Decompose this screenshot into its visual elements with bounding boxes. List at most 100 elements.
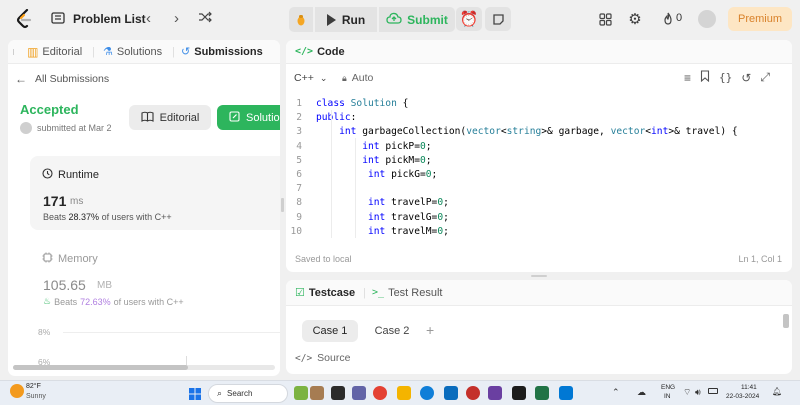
- format-lines-icon[interactable]: ≡: [684, 71, 691, 85]
- source-link[interactable]: </> Source: [295, 352, 350, 364]
- wifi-icon[interactable]: ⌔: [683, 387, 691, 398]
- code-line[interactable]: 7: [286, 182, 792, 196]
- runtime-value: 171: [43, 193, 67, 209]
- tab-divider: |: [172, 45, 176, 58]
- shuffle-icon[interactable]: [198, 10, 212, 24]
- code-token: int: [362, 154, 386, 166]
- bookmark-icon[interactable]: [700, 70, 710, 85]
- code-line[interactable]: 5 int pickM=0;: [286, 154, 792, 168]
- edge-icon[interactable]: [420, 386, 434, 400]
- language-eng[interactable]: ENG: [661, 384, 675, 391]
- premium-button[interactable]: Premium: [728, 7, 792, 31]
- tab-editorial[interactable]: Editorial: [42, 46, 82, 58]
- app-icon[interactable]: [488, 386, 502, 400]
- tab-test-result[interactable]: Test Result: [388, 287, 442, 299]
- alarm-clock-icon[interactable]: ⏰: [456, 7, 482, 31]
- widget-app-icon[interactable]: [294, 386, 308, 400]
- vscode-icon[interactable]: [559, 386, 573, 400]
- reset-icon[interactable]: ↺: [741, 71, 751, 85]
- leetcode-logo-icon[interactable]: [16, 8, 34, 29]
- code-line[interactable]: 3 int garbageCollection(vector<string>& …: [286, 125, 792, 139]
- windows-start-icon[interactable]: [189, 387, 201, 400]
- line-number: 9: [296, 211, 302, 223]
- debug-bug-icon[interactable]: [289, 7, 313, 32]
- terminal-app-icon[interactable]: [512, 386, 526, 400]
- memory-card[interactable]: Memory 105.65 MB ♨ Beats 72.63% of users…: [30, 240, 280, 314]
- scrollbar-thumb[interactable]: [13, 365, 188, 370]
- chart-gridline: [63, 332, 280, 333]
- memory-beats-suffix: of users with C++: [113, 296, 184, 307]
- store-icon[interactable]: [444, 386, 458, 400]
- taskbar-search-box[interactable]: ⌕ Search: [208, 384, 288, 403]
- braces-icon[interactable]: {}: [719, 71, 732, 84]
- run-button[interactable]: Run: [315, 7, 377, 32]
- submit-button[interactable]: Submit: [379, 7, 455, 32]
- windows-taskbar: 82°F Sunny ⌕ Search ⌃ ☁ ENG IN ⌔ 🔊︎ 11:4…: [0, 380, 800, 405]
- media-player-icon[interactable]: [466, 386, 480, 400]
- horizontal-scrollbar[interactable]: [13, 365, 275, 370]
- solution-button[interactable]: Solutio: [217, 105, 280, 130]
- volume-icon[interactable]: 🔊︎: [695, 387, 701, 398]
- task-view-icon[interactable]: [331, 386, 345, 400]
- code-token: pickM=: [385, 154, 420, 166]
- code-token: int: [651, 126, 669, 138]
- code-line[interactable]: 6 int pickG=0;: [286, 168, 792, 182]
- layout-grid-icon[interactable]: [592, 7, 618, 31]
- vertical-scrollbar[interactable]: [783, 314, 789, 328]
- notes-icon[interactable]: [485, 7, 511, 31]
- submitter-avatar[interactable]: [20, 122, 32, 134]
- teams-icon[interactable]: [352, 386, 366, 400]
- fullscreen-icon[interactable]: ⤢: [760, 70, 770, 85]
- code-line[interactable]: 10 int travelM=0;: [286, 225, 792, 239]
- code-line[interactable]: 9 int travelG=0;: [286, 211, 792, 225]
- next-problem-chevron-icon[interactable]: ›: [174, 10, 179, 27]
- tab-testcase[interactable]: Testcase: [309, 287, 355, 299]
- solution-button-label: Solutio: [246, 111, 280, 124]
- code-tab-title[interactable]: Code: [317, 46, 345, 58]
- code-token: public: [316, 112, 351, 124]
- settings-gear-icon[interactable]: ⚙: [622, 7, 648, 31]
- tab-divider: |: [92, 45, 96, 58]
- widget-app-icon[interactable]: [310, 386, 324, 400]
- weather-sun-icon[interactable]: [10, 384, 24, 398]
- submissions-history-icon: ↺: [181, 46, 191, 58]
- vertical-resize-handle[interactable]: [281, 198, 284, 212]
- editorial-button[interactable]: Editorial: [129, 105, 211, 130]
- user-avatar[interactable]: [698, 10, 716, 28]
- tab-solutions[interactable]: Solutions: [117, 46, 162, 58]
- resize-handle[interactable]: [531, 275, 547, 277]
- line-number: 8: [296, 197, 302, 209]
- battery-icon[interactable]: [708, 388, 718, 394]
- code-token: string: [506, 126, 542, 138]
- file-explorer-icon[interactable]: [397, 386, 411, 400]
- tray-chevron-up-icon[interactable]: ⌃: [612, 387, 620, 398]
- language-selector[interactable]: C++ ⌄: [294, 72, 327, 84]
- chevron-down-icon: ⌄: [319, 72, 328, 83]
- onedrive-icon[interactable]: ☁: [637, 387, 646, 398]
- tab-submissions[interactable]: Submissions: [194, 46, 262, 58]
- runtime-card[interactable]: Runtime 171 ms Beats 28.37% of users wit…: [30, 156, 280, 230]
- notification-bell-icon[interactable]: 🔔︎: [772, 387, 782, 396]
- problem-list-link[interactable]: Problem List: [73, 12, 146, 26]
- problem-list-icon[interactable]: [51, 11, 65, 25]
- chrome-icon[interactable]: [373, 386, 387, 400]
- previous-problem-chevron-icon[interactable]: ‹: [146, 10, 151, 27]
- add-testcase-button[interactable]: +: [426, 322, 434, 338]
- code-line[interactable]: 8 int travelP=0;: [286, 196, 792, 210]
- all-submissions-link[interactable]: ← All Submissions: [15, 72, 109, 86]
- code-line[interactable]: 2 public:: [286, 111, 792, 125]
- case-1-tab[interactable]: Case 1: [302, 320, 358, 342]
- line-number: 1: [296, 98, 302, 109]
- excel-icon[interactable]: [535, 386, 549, 400]
- clock-date: 22-03-2024: [726, 393, 760, 400]
- language-in[interactable]: IN: [664, 393, 671, 400]
- code-lines[interactable]: 1 class Solution {2 public: 3 int garbageCo…: [286, 97, 792, 239]
- indent-guide: [355, 138, 356, 238]
- code-editor-panel: </> Code C++ ⌄ 🔒︎ Auto ≡ {} ↺ ⤢ 1 class S…: [286, 40, 792, 272]
- case-2-tab[interactable]: Case 2: [364, 320, 420, 342]
- auto-mode[interactable]: 🔒︎ Auto: [342, 72, 373, 84]
- code-token: ;: [425, 154, 432, 166]
- code-line[interactable]: 4 int pickP=0;: [286, 140, 792, 154]
- memory-beats-percent: 72.63%: [80, 296, 111, 307]
- code-line[interactable]: 1 class Solution {: [286, 97, 792, 111]
